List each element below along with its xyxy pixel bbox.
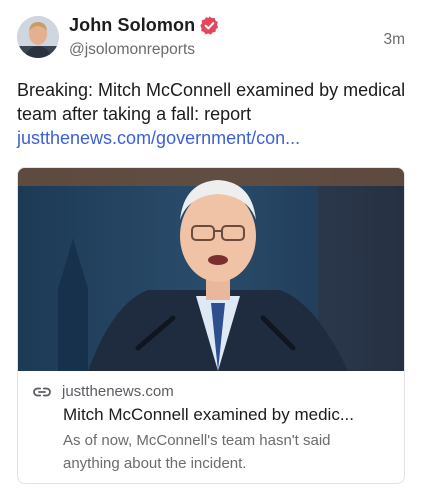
post-text: Breaking: Mitch McConnell examined by me… xyxy=(17,80,406,124)
link-preview-card[interactable]: justthenews.com Mitch McConnell examined… xyxy=(17,167,405,484)
card-domain-row: justthenews.com xyxy=(32,383,174,400)
card-meta: justthenews.com Mitch McConnell examined… xyxy=(18,371,404,483)
avatar[interactable] xyxy=(17,16,59,58)
card-domain: justthenews.com xyxy=(62,383,174,400)
card-title: Mitch McConnell examined by medic... xyxy=(63,405,355,424)
post-body: Breaking: Mitch McConnell examined by me… xyxy=(17,78,407,150)
verified-badge-icon xyxy=(199,15,220,36)
card-image xyxy=(18,168,404,371)
card-description: As of now, McConnell's team hasn't said … xyxy=(63,432,331,472)
post-timestamp: 3m xyxy=(383,31,405,48)
post-container: John Solomon @jsolomonreports 3m Breakin… xyxy=(0,0,422,500)
display-name[interactable]: John Solomon xyxy=(69,15,195,36)
link-icon xyxy=(32,384,52,400)
author-handle[interactable]: @jsolomonreports xyxy=(69,41,195,59)
name-row: John Solomon xyxy=(69,15,220,36)
post-link[interactable]: justthenews.com/government/con... xyxy=(17,126,407,150)
post-header: John Solomon @jsolomonreports 3m xyxy=(17,14,405,64)
